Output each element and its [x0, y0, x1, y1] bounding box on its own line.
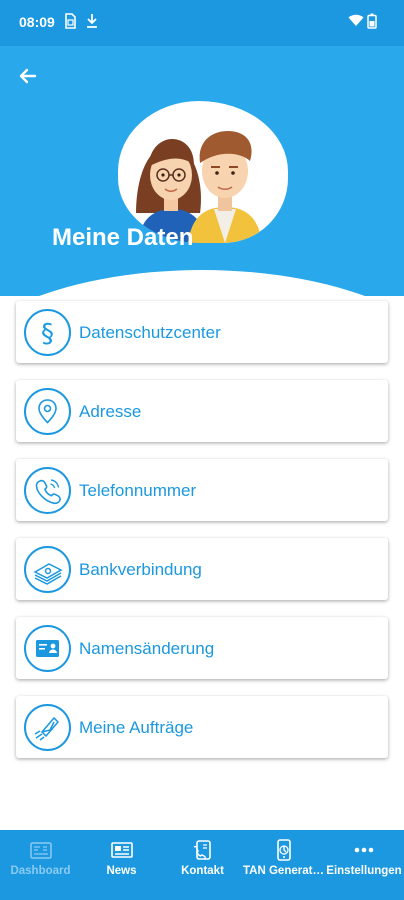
svg-text:§: §: [41, 319, 54, 349]
menu-item-bankverbindung[interactable]: Bankverbindung: [16, 538, 388, 600]
sim-icon: [64, 13, 78, 29]
bottom-tab-bar: Dashboard News Kontakt TAN Generat… Eins…: [0, 830, 404, 885]
dashboard-icon: [29, 838, 53, 862]
tab-label: TAN Generat…: [243, 865, 324, 877]
send-envelope-icon: [24, 704, 71, 751]
id-card-icon: [24, 625, 71, 672]
menu-item-label: Datenschutzcenter: [79, 323, 221, 342]
menu-item-label: Adresse: [79, 402, 142, 421]
phone-icon: [24, 467, 71, 514]
tab-kontakt[interactable]: Kontakt: [162, 830, 243, 885]
page-title: Meine Daten: [52, 224, 194, 251]
tan-generator-icon: [272, 838, 296, 862]
tab-dashboard[interactable]: Dashboard: [0, 830, 81, 885]
status-bar: 08:09: [0, 0, 404, 46]
back-button[interactable]: [14, 62, 42, 90]
menu-item-telefonnummer[interactable]: Telefonnummer: [16, 459, 388, 521]
contact-icon: [191, 838, 215, 862]
paragraph-icon: §: [24, 309, 71, 356]
arrow-left-icon: [19, 68, 37, 84]
tab-label: Kontakt: [181, 865, 224, 877]
tab-label: News: [106, 865, 137, 877]
tab-news[interactable]: News: [81, 830, 162, 885]
tab-label: Dashboard: [10, 865, 71, 877]
menu-item-meine-auftraege[interactable]: Meine Aufträge: [16, 696, 388, 758]
battery-icon: [367, 13, 377, 29]
tab-tan-generator[interactable]: TAN Generat…: [243, 830, 324, 885]
wifi-icon: [348, 13, 364, 29]
location-pin-icon: [24, 388, 71, 435]
menu-item-adresse[interactable]: Adresse: [16, 380, 388, 442]
system-nav-bar: [0, 885, 404, 900]
menu-item-label: Meine Aufträge: [79, 718, 194, 737]
newspaper-icon: [110, 838, 134, 862]
money-icon: [24, 546, 71, 593]
avatar-illustration: [118, 101, 288, 243]
status-time: 08:09: [19, 14, 55, 30]
more-dots-icon: [352, 838, 376, 862]
menu-item-label: Namensänderung: [79, 639, 215, 658]
menu-item-label: Telefonnummer: [79, 481, 197, 500]
tab-label: Einstellungen: [326, 865, 402, 877]
tab-einstellungen[interactable]: Einstellungen: [324, 830, 404, 885]
menu-item-namensaenderung[interactable]: Namensänderung: [16, 617, 388, 679]
menu-item-datenschutzcenter[interactable]: § Datenschutzcenter: [16, 301, 388, 363]
menu-item-label: Bankverbindung: [79, 560, 202, 579]
header-curve: [0, 270, 404, 296]
download-icon: [85, 13, 99, 29]
